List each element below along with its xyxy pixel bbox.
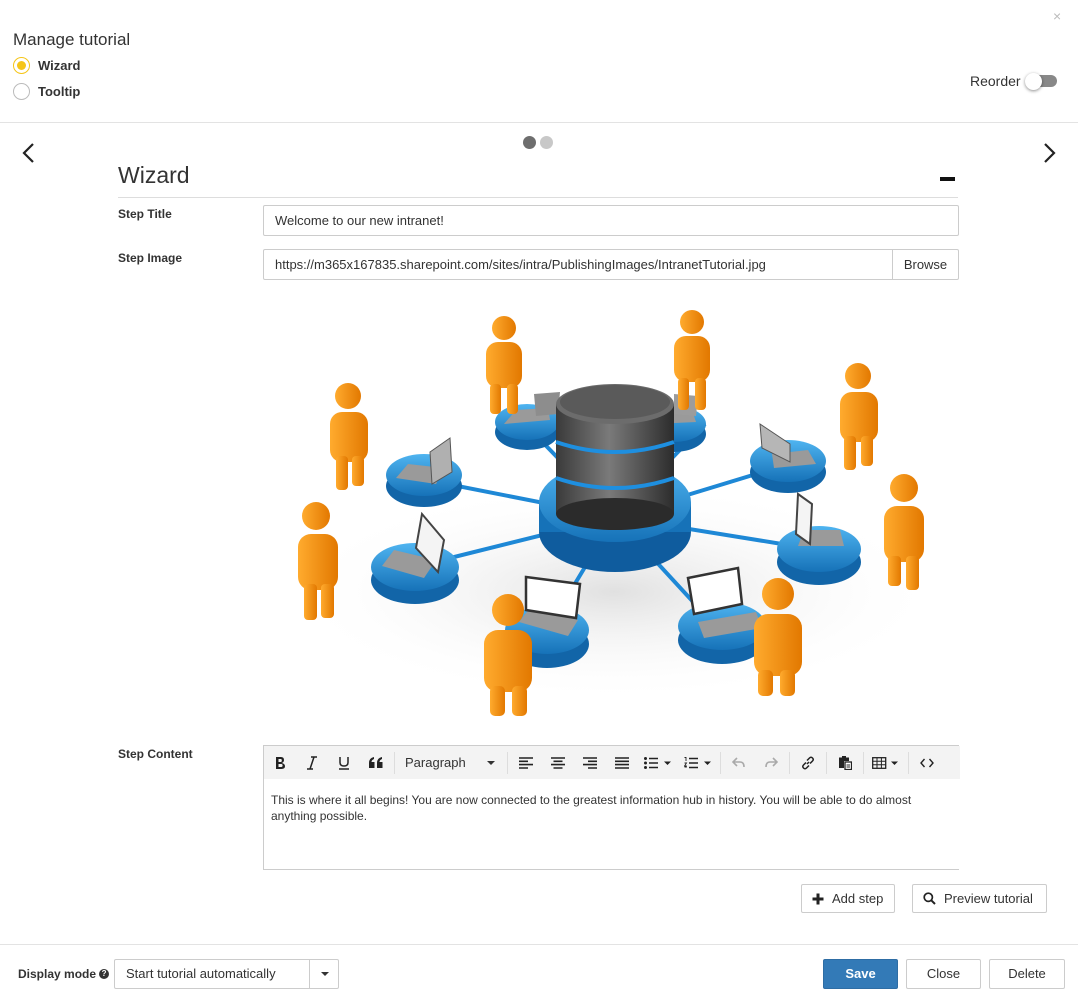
reorder-label: Reorder bbox=[970, 73, 1021, 89]
display-mode-label: Display mode ? bbox=[18, 967, 110, 981]
blockquote-button[interactable] bbox=[360, 746, 392, 779]
bullet-list-button[interactable] bbox=[638, 746, 678, 779]
close-button[interactable]: Close bbox=[906, 959, 981, 989]
step-title-input[interactable]: Welcome to our new intranet! bbox=[263, 205, 959, 236]
carousel-pager bbox=[523, 136, 553, 149]
editor-content[interactable]: This is where it all begins! You are now… bbox=[271, 792, 951, 824]
display-mode-value: Start tutorial automatically bbox=[126, 966, 276, 981]
network-node bbox=[495, 392, 560, 450]
paragraph-format-select[interactable]: Paragraph bbox=[397, 746, 505, 779]
dialog-title: Manage tutorial bbox=[13, 30, 131, 49]
insert-link-button[interactable] bbox=[792, 746, 824, 779]
header-divider bbox=[0, 122, 1078, 123]
align-right-icon bbox=[583, 756, 597, 769]
toolbar-separator bbox=[863, 751, 864, 774]
person-figure bbox=[840, 363, 878, 470]
align-justify-icon bbox=[615, 756, 629, 769]
blockquote-icon bbox=[369, 756, 383, 768]
step-content-label: Step Content bbox=[118, 747, 193, 761]
underline-icon bbox=[339, 756, 349, 770]
preview-tutorial-label: Preview tutorial bbox=[944, 891, 1033, 906]
previous-step-button[interactable] bbox=[17, 140, 41, 166]
step-image-label: Step Image bbox=[118, 251, 183, 265]
redo-icon bbox=[765, 756, 778, 767]
section-divider bbox=[118, 197, 958, 198]
carousel-dot[interactable] bbox=[523, 136, 536, 149]
radio-button-wizard[interactable] bbox=[13, 57, 30, 74]
align-right-button[interactable] bbox=[574, 746, 606, 779]
paste-icon bbox=[839, 756, 852, 770]
table-icon bbox=[872, 756, 898, 769]
close-icon[interactable]: × bbox=[1053, 8, 1061, 24]
display-mode-select[interactable]: Start tutorial automatically bbox=[114, 959, 339, 989]
toolbar-separator bbox=[394, 751, 395, 774]
align-center-button[interactable] bbox=[542, 746, 574, 779]
chevron-left-icon bbox=[22, 143, 34, 163]
underline-button[interactable] bbox=[328, 746, 360, 779]
insert-table-button[interactable] bbox=[866, 746, 906, 779]
add-step-button[interactable]: Add step bbox=[801, 884, 895, 913]
radio-option-wizard[interactable]: Wizard bbox=[13, 57, 81, 74]
undo-icon bbox=[732, 756, 745, 767]
person-figure bbox=[486, 316, 522, 414]
delete-button[interactable]: Delete bbox=[989, 959, 1065, 989]
person-figure bbox=[674, 310, 710, 410]
help-icon[interactable]: ? bbox=[99, 969, 110, 979]
align-left-icon bbox=[519, 756, 533, 769]
caret-down-icon bbox=[320, 972, 329, 976]
preview-tutorial-button[interactable]: Preview tutorial bbox=[912, 884, 1047, 913]
display-mode-text: Display mode bbox=[18, 967, 97, 981]
rich-text-editor[interactable]: Paragraph This is where it all begins! Y… bbox=[263, 745, 960, 870]
numbered-list-icon bbox=[684, 756, 711, 768]
step-title-label: Step Title bbox=[118, 207, 172, 221]
plus-icon bbox=[812, 893, 824, 904]
align-center-icon bbox=[551, 756, 565, 769]
step-image-url-input[interactable]: https://m365x167835.sharepoint.com/sites… bbox=[263, 249, 893, 280]
toolbar-separator bbox=[720, 751, 721, 774]
redo-button[interactable] bbox=[755, 746, 787, 779]
paragraph-format-value: Paragraph bbox=[405, 755, 466, 770]
central-database-icon bbox=[539, 384, 691, 572]
source-code-button[interactable] bbox=[911, 746, 943, 779]
code-icon bbox=[920, 758, 934, 767]
bold-button[interactable] bbox=[264, 746, 296, 779]
italic-icon bbox=[307, 755, 317, 770]
chevron-right-icon bbox=[1044, 143, 1056, 163]
italic-button[interactable] bbox=[296, 746, 328, 779]
toolbar-separator bbox=[908, 751, 909, 774]
section-title: Wizard bbox=[118, 162, 190, 188]
radio-label-tooltip: Tooltip bbox=[38, 84, 81, 99]
align-justify-button[interactable] bbox=[606, 746, 638, 779]
bold-icon bbox=[276, 756, 285, 769]
radio-label-wizard: Wizard bbox=[38, 58, 81, 73]
caret-down-icon bbox=[487, 760, 495, 765]
editor-toolbar: Paragraph bbox=[264, 746, 960, 779]
bullet-list-icon bbox=[644, 756, 671, 769]
network-node bbox=[750, 423, 826, 493]
browse-button[interactable]: Browse bbox=[892, 249, 959, 280]
step-image-preview bbox=[284, 310, 944, 716]
person-figure bbox=[330, 383, 368, 490]
align-left-button[interactable] bbox=[510, 746, 542, 779]
radio-option-tooltip[interactable]: Tooltip bbox=[13, 83, 80, 100]
toolbar-separator bbox=[789, 751, 790, 774]
add-step-label: Add step bbox=[832, 891, 884, 906]
link-icon bbox=[802, 756, 814, 769]
network-node bbox=[386, 437, 462, 507]
display-mode-dropdown-toggle[interactable] bbox=[309, 960, 339, 988]
radio-button-tooltip[interactable] bbox=[13, 83, 30, 100]
toolbar-separator bbox=[507, 751, 508, 774]
reorder-toggle[interactable] bbox=[1025, 73, 1057, 90]
toggle-knob bbox=[1025, 73, 1042, 90]
undo-button[interactable] bbox=[723, 746, 755, 779]
next-step-button[interactable] bbox=[1037, 140, 1061, 166]
footer-divider bbox=[0, 944, 1078, 945]
search-icon bbox=[923, 892, 936, 905]
carousel-dot[interactable] bbox=[540, 136, 553, 149]
paste-button[interactable] bbox=[829, 746, 861, 779]
collapse-section-button[interactable] bbox=[940, 177, 955, 181]
toolbar-separator bbox=[826, 751, 827, 774]
numbered-list-button[interactable] bbox=[678, 746, 718, 779]
save-button[interactable]: Save bbox=[823, 959, 898, 989]
